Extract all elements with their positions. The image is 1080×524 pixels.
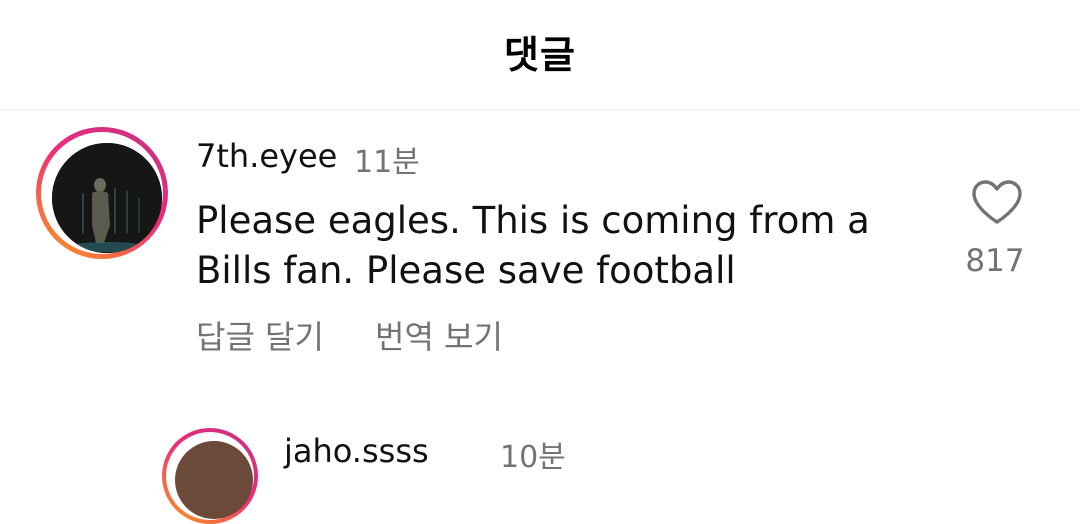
heart-outline-icon[interactable] <box>970 178 1024 226</box>
avatar-ring-gap <box>166 432 254 520</box>
comment-username[interactable]: jaho.ssss <box>284 432 429 470</box>
comment-timestamp: 11분 <box>354 145 420 180</box>
see-translation-button[interactable]: 번역 보기 <box>375 312 503 358</box>
comment-timestamp: 10분 <box>500 440 566 475</box>
comment-text: Please eagles. This is coming from a Bil… <box>196 199 870 292</box>
avatar-story-ring[interactable] <box>36 127 168 259</box>
comment-username[interactable]: 7th.eyee <box>196 137 337 175</box>
like-count: 817 <box>965 243 1025 279</box>
avatar <box>175 441 253 519</box>
page-title: 댓글 <box>504 33 576 77</box>
avatar-story-ring[interactable] <box>162 428 258 524</box>
comments-header: 댓글 <box>0 0 1080 110</box>
avatar <box>52 143 162 253</box>
avatar-ring-gap <box>41 132 163 254</box>
reply-button[interactable]: 답글 달기 <box>196 312 324 358</box>
